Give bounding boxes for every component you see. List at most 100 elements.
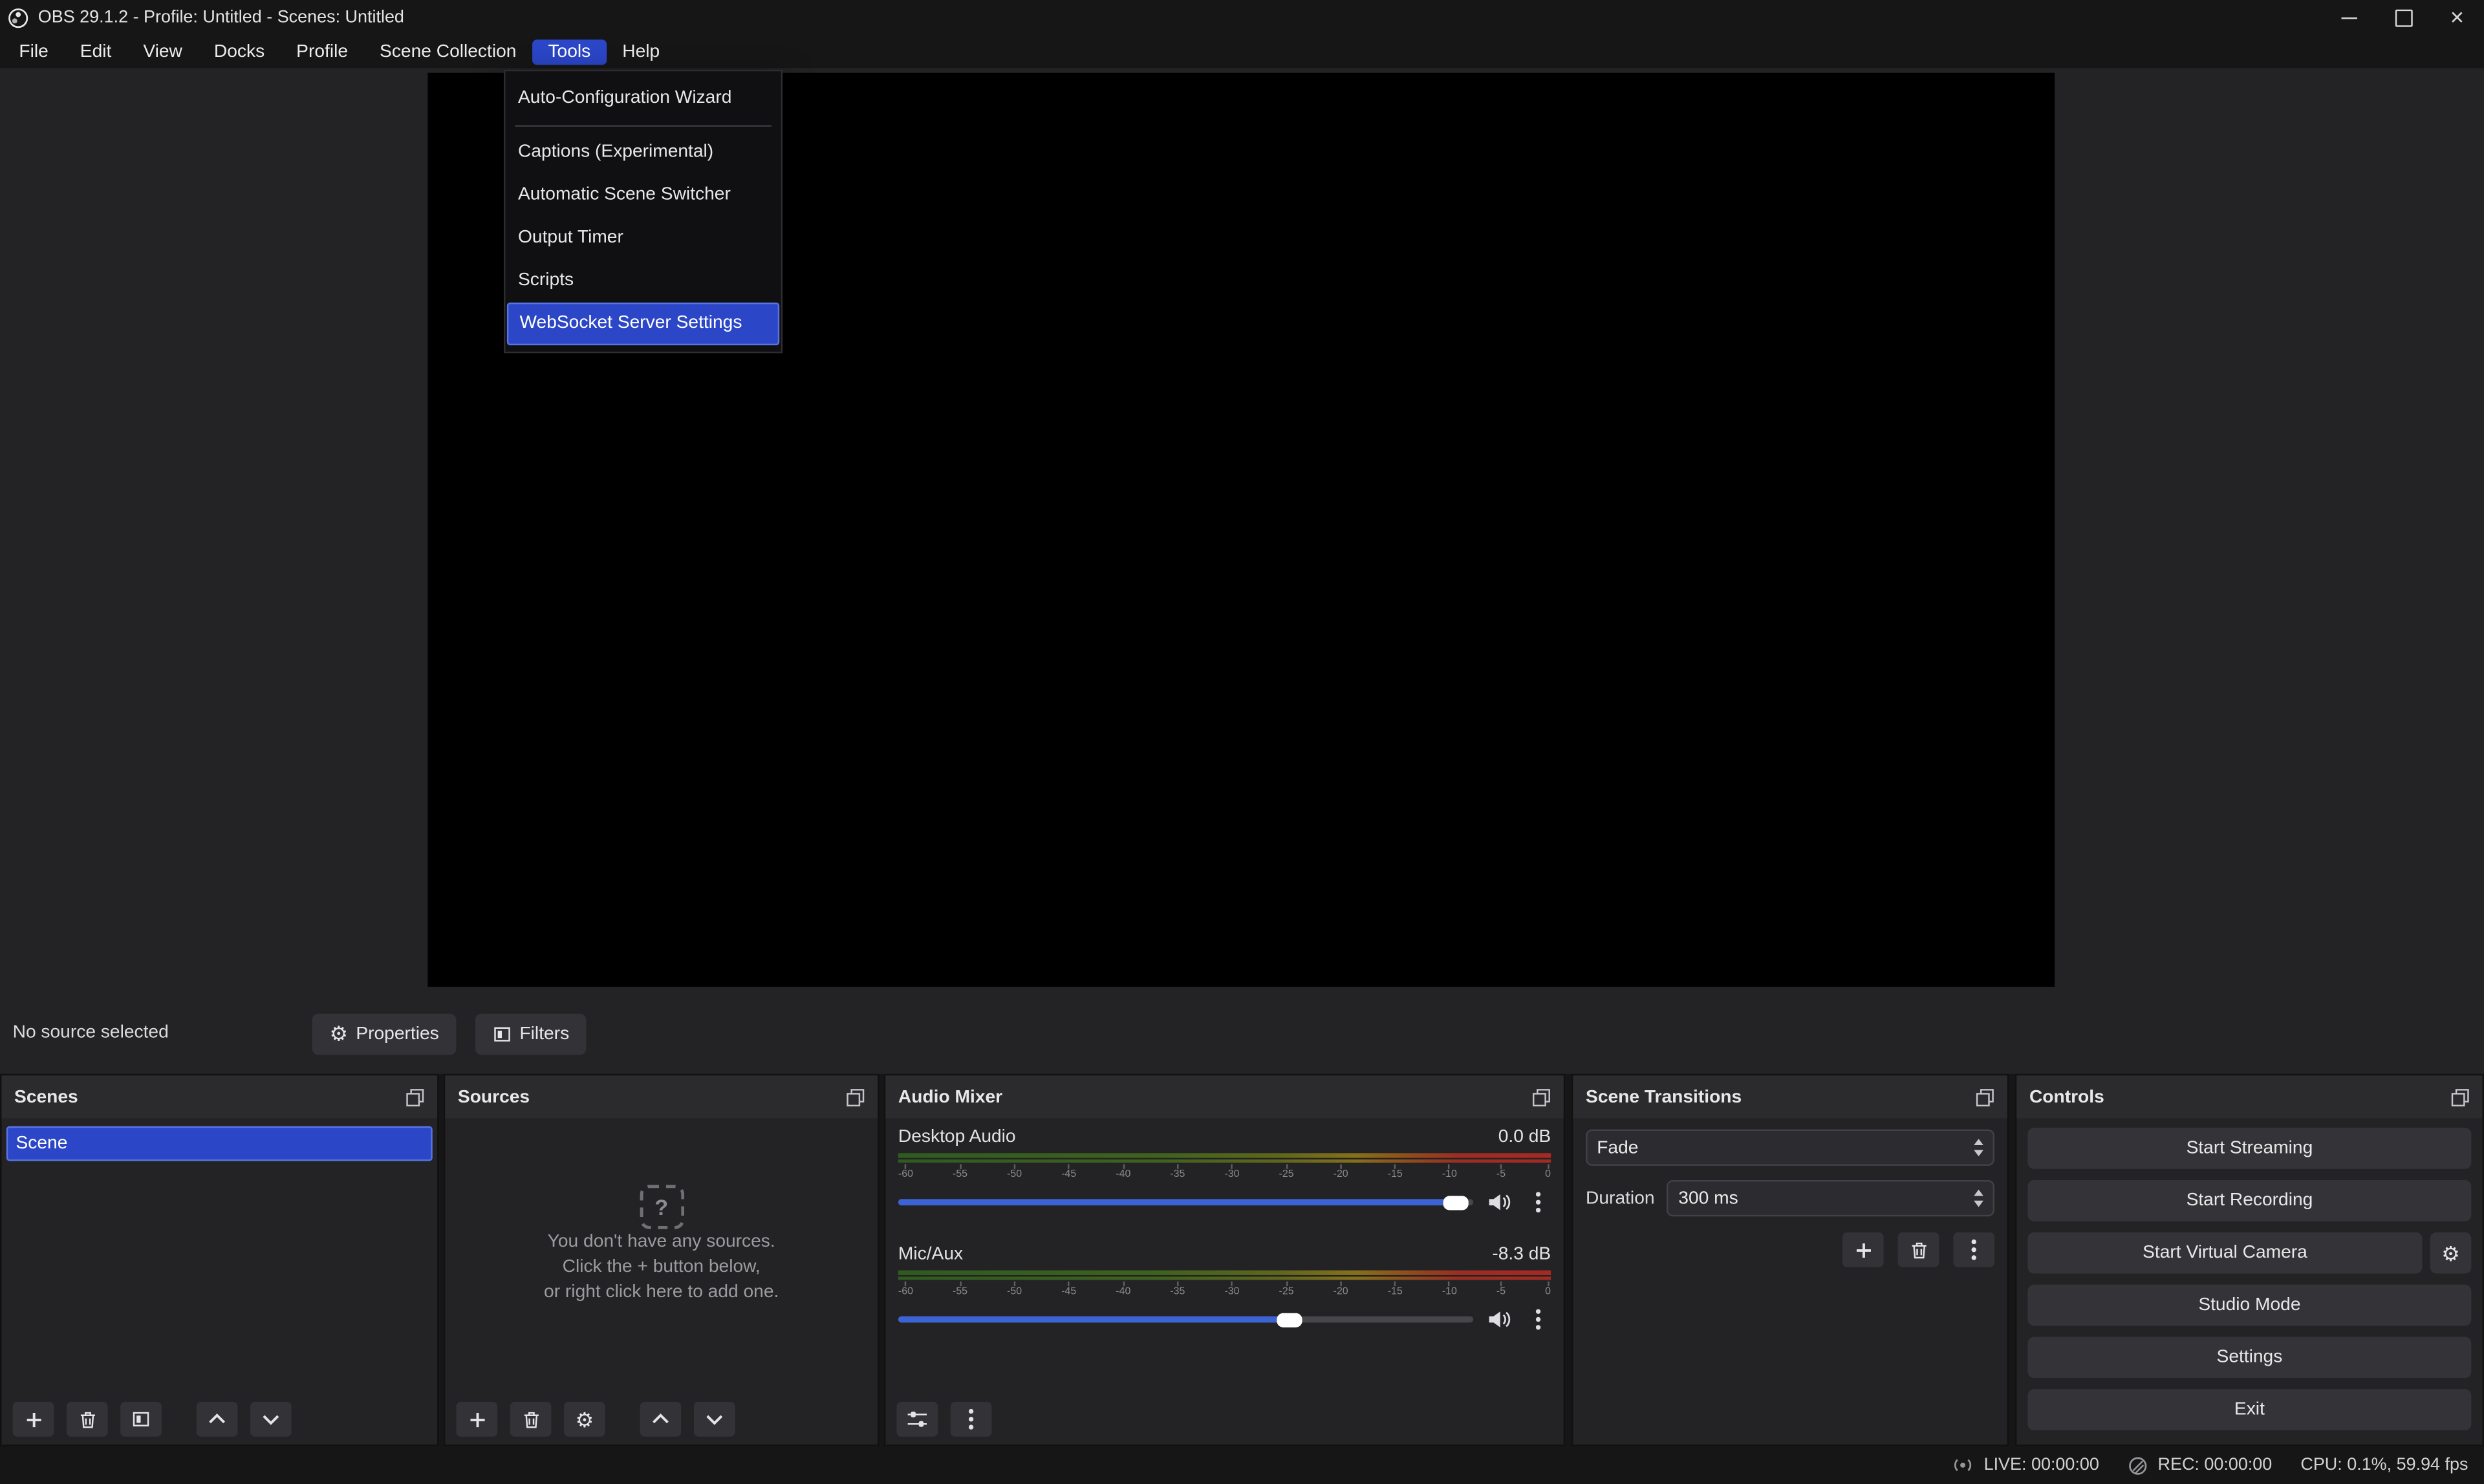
spinbox-arrows [1974, 1190, 1983, 1207]
scenes-title: Scenes [14, 1088, 78, 1106]
settings-button[interactable]: Settings [2027, 1337, 2471, 1378]
remove-source-button[interactable] [510, 1402, 552, 1437]
advanced-audio-button[interactable] [896, 1402, 938, 1437]
arrow-up-icon[interactable] [1974, 1190, 1983, 1196]
duration-row: Duration 300 ms [1586, 1180, 1994, 1216]
menu-tools[interactable]: Tools [532, 39, 607, 64]
properties-button[interactable]: Properties [312, 1014, 457, 1055]
plus-icon [468, 1410, 486, 1428]
remove-transition-button[interactable] [1898, 1232, 1939, 1267]
mixer-channel-desktop-audio: Desktop Audio 0.0 dB -60-55-50-45-40-35-… [898, 1128, 1551, 1216]
meter-scale: -60-55-50-45-40-35-30-25-20-15-10-50 [898, 1164, 1551, 1179]
exit-button[interactable]: Exit [2027, 1389, 2471, 1430]
controls-header: Controls [2016, 1075, 2482, 1118]
controls-title: Controls [2029, 1088, 2104, 1106]
virtual-camera-config-button[interactable] [2430, 1232, 2472, 1274]
filters-button[interactable]: Filters [475, 1014, 587, 1055]
meter-tick: -15 [1388, 1282, 1403, 1297]
meter-bar [898, 1276, 1551, 1280]
chevron-up-icon [208, 1413, 226, 1426]
move-scene-down-button[interactable] [250, 1402, 292, 1437]
mixer-menu-button[interactable] [951, 1402, 992, 1437]
add-transition-button[interactable] [1842, 1232, 1884, 1267]
volume-slider[interactable] [898, 1199, 1473, 1205]
popout-icon[interactable] [405, 1088, 424, 1106]
move-scene-up-button[interactable] [197, 1402, 238, 1437]
meter-tick: -45 [1061, 1164, 1076, 1179]
volume-meter [898, 1271, 1551, 1280]
menu-item-captions[interactable]: Captions (Experimental) [507, 131, 779, 174]
scenes-header: Scenes [1, 1075, 437, 1118]
minimize-button[interactable] [2322, 0, 2376, 35]
transition-select[interactable]: Fade [1586, 1130, 1994, 1166]
close-button[interactable] [2430, 0, 2484, 35]
menu-item-automatic-scene-switcher[interactable]: Automatic Scene Switcher [507, 174, 779, 217]
channel-menu-button[interactable] [1526, 1188, 1551, 1216]
empty-hint-line: Click the + button below, [563, 1254, 761, 1280]
add-source-button[interactable] [456, 1402, 497, 1437]
meter-tick: -35 [1170, 1282, 1185, 1297]
popout-icon[interactable] [846, 1088, 865, 1106]
menu-edit[interactable]: Edit [64, 39, 127, 64]
maximize-button[interactable] [2376, 0, 2430, 35]
remove-scene-button[interactable] [67, 1402, 108, 1437]
popout-icon[interactable] [1976, 1088, 1994, 1106]
source-properties-button[interactable] [564, 1402, 605, 1437]
titlebar: OBS 29.1.2 - Profile: Untitled - Scenes:… [0, 0, 2484, 35]
scenes-panel: Scenes Scene [0, 1074, 439, 1446]
volume-slider-handle[interactable] [1443, 1195, 1469, 1209]
volume-slider-fill [898, 1199, 1456, 1205]
volume-slider-handle[interactable] [1277, 1312, 1302, 1326]
channel-level: 0.0 dB [1498, 1128, 1551, 1146]
transition-value: Fade [1597, 1138, 1967, 1157]
studio-mode-button[interactable]: Studio Mode [2027, 1285, 2471, 1326]
scene-transitions-title: Scene Transitions [1586, 1088, 1742, 1106]
mute-button[interactable] [1487, 1310, 1511, 1329]
add-scene-button[interactable] [13, 1402, 54, 1437]
empty-hint-line: You don't have any sources. [548, 1229, 775, 1254]
move-source-down-button[interactable] [694, 1402, 735, 1437]
preview-area: No source selected Properties Filters [0, 68, 2484, 1073]
start-virtual-camera-button[interactable]: Start Virtual Camera [2027, 1232, 2422, 1274]
scene-list-item[interactable]: Scene [6, 1126, 433, 1161]
filters-label: Filters [519, 1025, 569, 1044]
menu-view[interactable]: View [127, 39, 199, 64]
menu-file[interactable]: File [3, 39, 64, 64]
popout-icon[interactable] [1532, 1088, 1551, 1106]
transitions-body: Fade Duration 300 ms [1573, 1118, 2007, 1278]
meter-tick: -25 [1279, 1164, 1294, 1179]
kebab-icon [968, 1408, 975, 1430]
meter-tick: -5 [1496, 1282, 1506, 1297]
menu-help[interactable]: Help [607, 39, 676, 64]
scene-filters-button[interactable] [120, 1402, 162, 1437]
menu-item-websocket-server-settings[interactable]: WebSocket Server Settings [507, 303, 779, 345]
transition-menu-button[interactable] [1953, 1232, 1994, 1267]
channel-menu-button[interactable] [1526, 1305, 1551, 1333]
chevron-down-icon [261, 1413, 280, 1426]
mute-button[interactable] [1487, 1193, 1511, 1212]
close-icon [2450, 6, 2464, 30]
menu-item-auto-configuration-wizard[interactable]: Auto-Configuration Wizard [507, 78, 779, 120]
channel-header: Mic/Aux -8.3 dB [898, 1245, 1551, 1264]
meter-tick: -60 [898, 1164, 913, 1179]
arrow-down-icon[interactable] [1974, 1200, 1983, 1207]
start-recording-button[interactable]: Start Recording [2027, 1180, 2471, 1221]
duration-spinbox[interactable]: 300 ms [1667, 1180, 1994, 1216]
menu-docks[interactable]: Docks [198, 39, 280, 64]
start-streaming-button[interactable]: Start Streaming [2027, 1128, 2471, 1169]
menu-profile[interactable]: Profile [281, 39, 364, 64]
channel-header: Desktop Audio 0.0 dB [898, 1128, 1551, 1146]
plus-icon [1854, 1241, 1872, 1258]
menu-scene-collection[interactable]: Scene Collection [364, 39, 532, 64]
volume-slider[interactable] [898, 1317, 1473, 1323]
controls-body: Start Streaming Start Recording Start Vi… [2016, 1118, 2482, 1439]
move-source-up-button[interactable] [640, 1402, 682, 1437]
stream-status-icon [1952, 1456, 1974, 1474]
popout-icon[interactable] [2451, 1088, 2470, 1106]
menu-item-scripts[interactable]: Scripts [507, 260, 779, 303]
arrow-down-icon[interactable] [1974, 1150, 1983, 1156]
filter-icon [131, 1410, 150, 1428]
arrow-up-icon[interactable] [1974, 1139, 1983, 1146]
menu-item-output-timer[interactable]: Output Timer [507, 217, 779, 260]
meter-tick: -50 [1007, 1282, 1022, 1297]
